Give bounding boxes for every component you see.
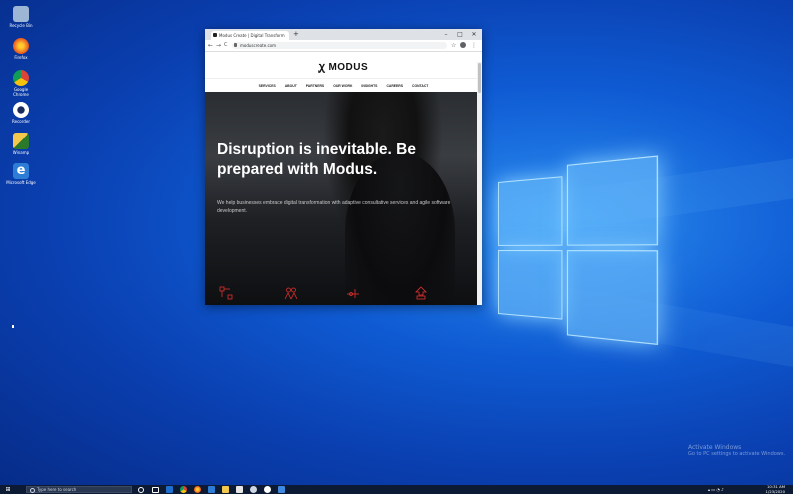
lock-icon — [234, 43, 237, 47]
camera-icon[interactable] — [250, 486, 257, 493]
desktop-icon-label: Recycle Bin — [9, 23, 33, 28]
scrollbar-thumb[interactable] — [478, 63, 481, 93]
windows-logo-wallpaper — [498, 155, 659, 346]
taskbar: ⊞ Type here to search ▴ ▭ ◔ ♪ 10:31 AM 1… — [0, 484, 793, 494]
desktop-icon-edge[interactable]: e Microsoft Edge — [6, 163, 36, 185]
logo-text: MODUS — [328, 62, 369, 73]
hero-subtext: We help businesses embrace digital trans… — [217, 200, 451, 214]
nav-insights[interactable]: INSIGHTS — [361, 79, 377, 93]
winamp-icon — [13, 133, 29, 149]
desktop-icon-recycle-bin[interactable]: Recycle Bin — [6, 6, 36, 28]
watermark-subtitle: Go to PC settings to activate Windows. — [688, 451, 786, 457]
hero-headline: Disruption is inevitable. Be prepared wi… — [217, 141, 416, 178]
modus-logo-mark-icon: ꭕ — [318, 61, 326, 73]
back-button[interactable]: ← — [208, 40, 213, 51]
address-bar-row: ← → C moduscreate.com ☆ ⋮ — [205, 40, 482, 52]
desktop-icon-label: Firefox — [14, 55, 28, 60]
desktop-icon-firefox[interactable]: Firefox — [6, 38, 36, 60]
firefox-icon — [13, 38, 29, 54]
minimize-button[interactable]: – — [440, 29, 452, 40]
desktop-icon-label: Recorder — [12, 119, 30, 124]
browser-window[interactable]: Modus Create | Digital Transform + – □ ✕… — [205, 29, 482, 305]
edge-icon: e — [13, 163, 29, 179]
tab-bar: Modus Create | Digital Transform + – □ ✕ — [205, 29, 482, 40]
desktop: Recycle Bin Firefox Google Chrome Record… — [0, 0, 793, 494]
desktop-icon-recorder[interactable]: Recorder — [6, 102, 36, 124]
nav-services[interactable]: SERVICES — [259, 79, 276, 93]
maximize-button[interactable]: □ — [454, 29, 466, 40]
service-process-icon[interactable] — [346, 285, 360, 299]
desktop-icon-winamp[interactable]: Winamp — [6, 133, 36, 155]
tab-title: Modus Create | Digital Transform — [219, 33, 285, 38]
page-scrollbar[interactable] — [477, 62, 482, 305]
task-view-icon[interactable] — [152, 487, 159, 493]
nav-careers[interactable]: CAREERS — [386, 79, 403, 93]
store-icon[interactable] — [236, 486, 243, 493]
service-people-icon[interactable] — [284, 285, 298, 300]
service-strategy-icon[interactable] — [219, 285, 233, 300]
activate-windows-watermark: Activate Windows Go to PC settings to ac… — [688, 445, 786, 458]
forward-button[interactable]: → — [216, 40, 221, 51]
chrome-icon — [13, 70, 29, 86]
nav-contact[interactable]: CONTACT — [412, 79, 428, 93]
close-button[interactable]: ✕ — [468, 29, 480, 40]
modus-favicon-icon — [213, 33, 217, 37]
nav-about[interactable]: ABOUT — [285, 79, 297, 93]
nav-our-work[interactable]: OUR WORK — [333, 79, 352, 93]
nav-partners[interactable]: PARTNERS — [306, 79, 324, 93]
site-nav: SERVICES ABOUT PARTNERS OUR WORK INSIGHT… — [205, 78, 482, 93]
cortana-icon[interactable] — [138, 487, 144, 493]
firefox-taskbar-icon[interactable] — [194, 486, 201, 493]
logo-pane — [498, 176, 563, 246]
desktop-icon-chrome[interactable]: Google Chrome — [6, 70, 36, 97]
edge-taskbar-icon[interactable] — [208, 486, 215, 493]
system-tray-icons[interactable]: ▴ ▭ ◔ ♪ — [708, 485, 724, 494]
mail-icon[interactable] — [166, 486, 173, 493]
profile-avatar[interactable] — [460, 42, 466, 48]
file-explorer-icon[interactable] — [222, 486, 229, 493]
cursor-marker — [12, 325, 14, 328]
browser-tab[interactable]: Modus Create | Digital Transform — [211, 31, 289, 40]
desktop-icon-label: Winamp — [12, 150, 30, 155]
system-clock[interactable]: 10:31 AM 1/23/2020 — [765, 484, 785, 494]
logo-pane — [566, 250, 659, 346]
desktop-icon-label: Google Chrome — [13, 87, 29, 97]
chrome-taskbar-icon[interactable] — [180, 486, 187, 493]
site-header: ꭕ MODUS — [205, 52, 482, 78]
desktop-icon-label: Microsoft Edge — [6, 180, 36, 185]
service-delivery-icon[interactable] — [414, 285, 428, 300]
new-tab-button[interactable]: + — [293, 30, 299, 39]
settings-icon[interactable] — [278, 486, 285, 493]
start-button[interactable]: ⊞ — [3, 486, 13, 493]
search-placeholder: Type here to search — [37, 487, 77, 492]
logo-pane — [566, 155, 659, 246]
recycle-bin-icon — [13, 6, 29, 22]
logo-pane — [498, 250, 563, 320]
bookmark-star-icon[interactable]: ☆ — [451, 40, 456, 51]
taskbar-search-box[interactable]: Type here to search — [26, 486, 132, 493]
menu-kebab-icon[interactable]: ⋮ — [471, 40, 477, 51]
search-icon — [30, 488, 35, 493]
recorder-icon — [13, 102, 29, 118]
app-icon[interactable] — [264, 486, 271, 493]
hero-section: Disruption is inevitable. Be prepared wi… — [205, 92, 477, 305]
modus-logo[interactable]: ꭕ MODUS — [205, 59, 482, 74]
reload-button[interactable]: C — [224, 40, 228, 51]
clock-date: 1/23/2020 — [765, 488, 785, 494]
url-field[interactable]: moduscreate.com — [232, 42, 447, 49]
url-text: moduscreate.com — [240, 43, 277, 48]
